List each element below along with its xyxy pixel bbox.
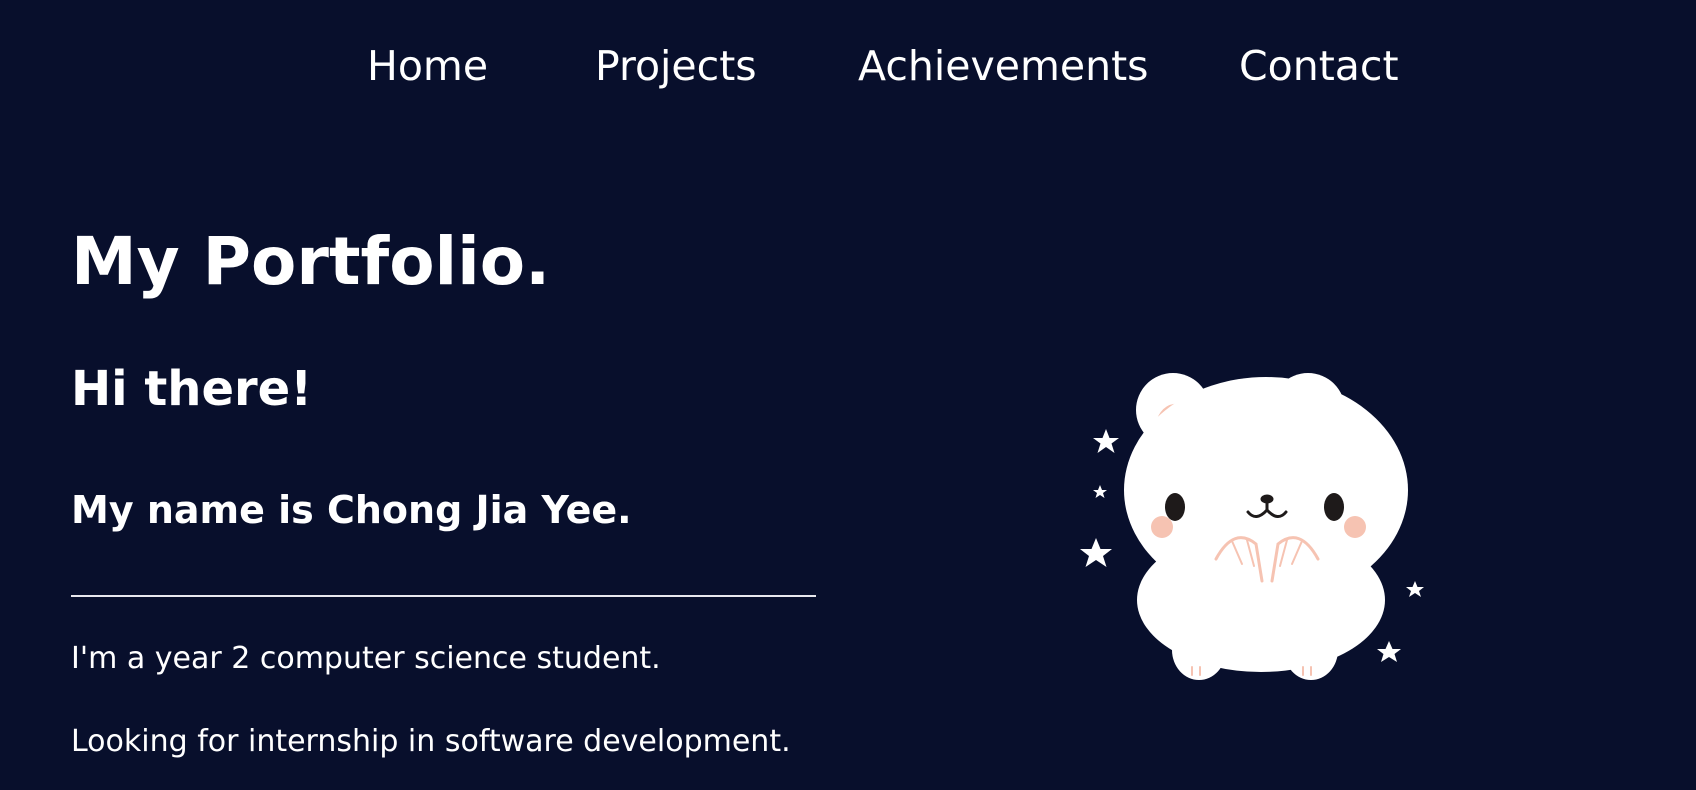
star-icon xyxy=(1377,641,1401,662)
polar-bear-icon xyxy=(1080,373,1424,680)
star-icon xyxy=(1080,538,1112,567)
nav-link-contact[interactable]: Contact xyxy=(1239,40,1399,92)
page-title: My Portfolio. xyxy=(71,223,551,300)
nav-link-achievements[interactable]: Achievements xyxy=(858,40,1149,92)
top-navigation: Home Projects Achievements Contact xyxy=(0,40,1696,92)
nav-link-home[interactable]: Home xyxy=(367,40,488,92)
section-divider xyxy=(71,595,816,597)
nav-link-projects[interactable]: Projects xyxy=(595,40,757,92)
intro-text-internship: Looking for internship in software devel… xyxy=(71,724,791,759)
portfolio-page: Home Projects Achievements Contact My Po… xyxy=(0,0,1696,790)
name-heading: My name is Chong Jia Yee. xyxy=(71,488,632,532)
star-icon xyxy=(1093,485,1107,498)
greeting-heading: Hi there! xyxy=(71,361,313,417)
star-icon xyxy=(1406,581,1424,597)
intro-text-student: I'm a year 2 computer science student. xyxy=(71,641,661,676)
star-icon xyxy=(1093,429,1119,453)
